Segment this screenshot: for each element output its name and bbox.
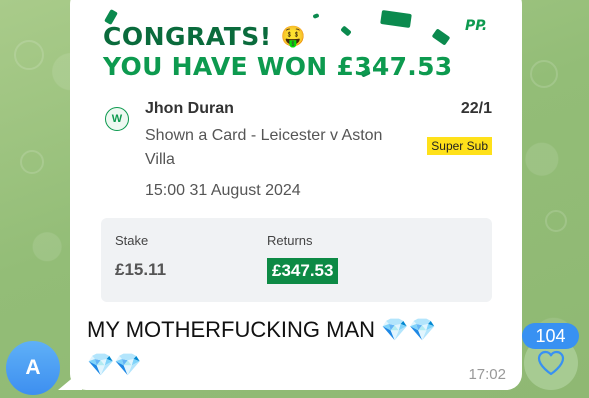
odds: 22/1	[460, 100, 492, 117]
gem-emoji: 💎💎	[381, 318, 436, 343]
money-face-emoji: 🤑	[280, 24, 307, 48]
background-doodle	[14, 40, 44, 70]
background-doodle	[545, 210, 567, 232]
congrats-text: CONGRATS!	[103, 22, 272, 51]
message-text: MY MOTHERFUCKING MAN	[87, 317, 376, 342]
message-timestamp: 17:02	[468, 366, 506, 383]
bet-slip-image[interactable]: CONGRATS! 🤑 YOU HAVE WON £347.53 PP. W J…	[83, 0, 509, 302]
confetti	[380, 9, 412, 29]
reaction-count[interactable]: 104	[522, 323, 579, 349]
background-doodle	[20, 150, 44, 174]
confetti	[431, 28, 451, 46]
win-badge-icon: W	[105, 107, 129, 131]
won-amount-headline: YOU HAVE WON £347.53	[103, 52, 453, 81]
background-doodle	[530, 60, 558, 88]
confetti	[340, 25, 352, 37]
brand-logo: PP.	[465, 18, 488, 34]
event-datetime: 15:00 31 August 2024	[145, 182, 301, 199]
stake-label: Stake	[115, 233, 149, 248]
returns-value: £347.53	[267, 258, 339, 284]
super-sub-tag: Super Sub	[427, 137, 492, 155]
message-text-block: MY MOTHERFUCKING MAN 💎💎 💎💎	[87, 313, 487, 383]
returns-label: Returns	[267, 233, 313, 248]
stake-returns-panel: Stake £15.11 Returns £347.53	[101, 218, 492, 302]
stake-value: £15.11	[115, 260, 167, 279]
market-description: Shown a Card - Leicester v Aston Villa	[145, 127, 383, 168]
heart-icon	[537, 350, 565, 376]
gem-emoji: 💎💎	[87, 353, 142, 378]
congrats-headline: CONGRATS! 🤑	[103, 22, 306, 51]
confetti	[312, 13, 320, 19]
sender-avatar[interactable]: A	[6, 341, 60, 395]
player-name: Jhon Duran	[145, 100, 234, 117]
